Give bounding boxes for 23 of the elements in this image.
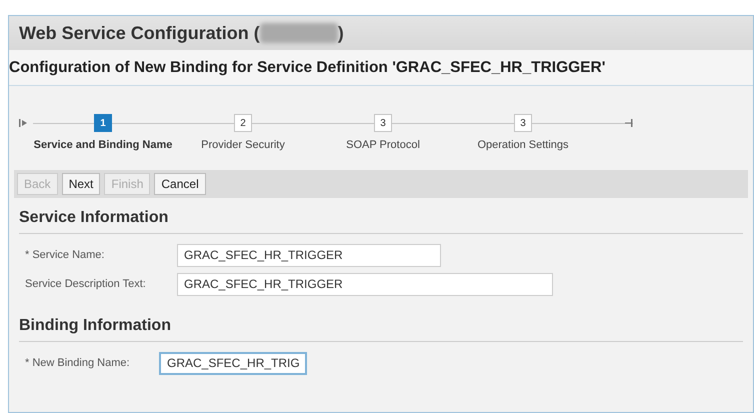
field-label: Service Description Text: — [24, 276, 147, 292]
text-field[interactable]: GRAC_SFEC_HR_TRIGGER — [177, 244, 441, 266]
toolbar-button[interactable]: Cancel — [154, 172, 206, 194]
window-title: Web Service Configuration ( — [19, 22, 260, 45]
step-number[interactable]: 1 — [94, 114, 112, 132]
step-number[interactable]: 2 — [234, 114, 252, 132]
step-label: Operation Settings — [477, 138, 569, 153]
section-title: Service Information — [19, 206, 743, 234]
field-label: * New Binding Name: — [24, 356, 131, 371]
step-number[interactable]: 3 — [514, 114, 532, 132]
field-label: * Service Name: — [24, 248, 106, 263]
step-number[interactable]: 3 — [374, 114, 392, 132]
page-subtitle: Configuration of New Binding for Service Definition 'GRAC_SFEC_HR_TRIGGER' — [9, 58, 606, 78]
window-title: ) — [338, 22, 344, 45]
step-label: SOAP Protocol — [346, 138, 420, 153]
toolbar-button[interactable]: Next — [62, 172, 100, 194]
start-marker-icon — [19, 118, 29, 128]
text-field[interactable]: GRAC_SFEC_HR_TRIGGER — [177, 272, 553, 296]
step-label: Provider Security — [201, 138, 285, 153]
section-title: Binding Information — [19, 314, 743, 342]
step-label: Service and Binding Name — [34, 138, 172, 153]
end-marker-icon — [625, 118, 633, 128]
text-field[interactable]: GRAC_SFEC_HR_TRIG — [159, 352, 307, 374]
